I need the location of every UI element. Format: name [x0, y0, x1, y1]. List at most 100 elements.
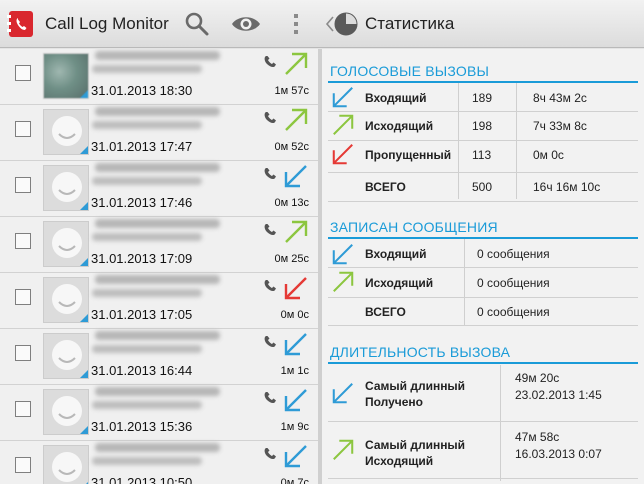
- voice-outgoing-time: 7ч 33м 8с: [533, 119, 587, 133]
- incoming-arrow-icon: [284, 333, 307, 356]
- call-date: 31.01.2013 18:30: [91, 83, 193, 98]
- call-date: 31.01.2013 17:47: [91, 139, 193, 154]
- contact-number-blurred: [92, 121, 202, 129]
- search-icon[interactable]: [181, 8, 213, 40]
- call-date: 31.01.2013 17:09: [91, 251, 193, 266]
- call-row[interactable]: 31.01.2013 16:44 1м 1с: [0, 329, 318, 385]
- app-title: Call Log Monitor: [45, 14, 169, 33]
- incoming-arrow-icon: [284, 165, 307, 188]
- call-row[interactable]: 31.01.2013 17:47 0м 52с: [0, 105, 318, 161]
- contact-number-blurred: [92, 233, 202, 241]
- handset-icon: [264, 392, 276, 404]
- contact-name-blurred: [95, 163, 220, 172]
- call-row[interactable]: 31.01.2013 17:05 0м 0с: [0, 273, 318, 329]
- handset-icon: [264, 336, 276, 348]
- incoming-arrow-icon: [332, 383, 353, 404]
- checkbox-icon[interactable]: [15, 289, 31, 305]
- contact-name-blurred: [95, 443, 220, 452]
- outgoing-arrow-icon: [285, 220, 308, 243]
- overflow-menu-icon[interactable]: [281, 8, 311, 40]
- call-row[interactable]: 31.01.2013 10:50 0м 7с: [0, 441, 318, 484]
- call-duration: 0м 0с: [280, 309, 309, 321]
- messages-incoming-label: Входящий: [365, 247, 427, 261]
- call-duration: 1м 1с: [280, 365, 309, 377]
- checkbox-icon[interactable]: [15, 65, 31, 81]
- statistics-panel: ГОЛОСОВЫЕ ВЫЗОВЫ Входящий 189 8ч 43м 2с …: [322, 49, 644, 484]
- call-date: 31.01.2013 17:46: [91, 195, 193, 210]
- checkbox-icon[interactable]: [15, 345, 31, 361]
- checkbox-icon[interactable]: [15, 177, 31, 193]
- voice-outgoing-label: Исходящий: [365, 119, 434, 133]
- handset-icon: [264, 448, 276, 460]
- longest-received-sublabel: Получено: [365, 395, 424, 409]
- outgoing-arrow-icon: [333, 271, 354, 292]
- contact-name-blurred: [95, 51, 220, 60]
- call-row[interactable]: 31.01.2013 17:09 0м 25с: [0, 217, 318, 273]
- call-duration: 1м 9с: [280, 421, 309, 433]
- contact-avatar-icon: [43, 53, 89, 99]
- call-row[interactable]: 31.01.2013 17:46 0м 13с: [0, 161, 318, 217]
- call-date: 31.01.2013 15:36: [91, 419, 193, 434]
- voice-incoming-count: 189: [472, 91, 493, 105]
- missed-arrow-icon: [284, 277, 307, 300]
- outgoing-arrow-icon: [333, 114, 354, 135]
- contact-avatar-icon: [43, 109, 89, 155]
- contact-number-blurred: [92, 289, 202, 297]
- checkbox-icon[interactable]: [15, 233, 31, 249]
- messages-outgoing-label: Исходящий: [365, 276, 434, 290]
- incoming-arrow-icon: [284, 445, 307, 468]
- contact-name-blurred: [95, 275, 220, 284]
- contact-avatar-icon: [43, 221, 89, 267]
- contact-number-blurred: [92, 457, 202, 465]
- contact-name-blurred: [95, 331, 220, 340]
- outgoing-arrow-icon: [333, 439, 354, 460]
- incoming-arrow-icon: [332, 244, 353, 265]
- handset-icon: [264, 168, 276, 180]
- contact-name-blurred: [95, 387, 220, 396]
- outgoing-arrow-icon: [285, 52, 308, 75]
- longest-received-date: 23.02.2013 1:45: [515, 388, 602, 402]
- longest-received-value: 49м 20с: [515, 371, 560, 385]
- call-row[interactable]: 31.01.2013 18:30 1м 57с: [0, 49, 318, 105]
- contact-number-blurred: [92, 65, 202, 73]
- messages-incoming-value: 0 сообщения: [477, 247, 550, 261]
- checkbox-icon[interactable]: [15, 121, 31, 137]
- voice-incoming-time: 8ч 43м 2с: [533, 91, 587, 105]
- voice-missed-label: Пропущенный: [365, 148, 452, 162]
- handset-icon: [264, 280, 276, 292]
- handset-icon: [264, 56, 276, 68]
- longest-outgoing-label: Самый длинный: [365, 438, 466, 452]
- voice-outgoing-count: 198: [472, 119, 493, 133]
- contact-avatar-icon: [43, 277, 89, 323]
- contact-avatar-icon: [43, 333, 89, 379]
- contact-number-blurred: [92, 401, 202, 409]
- contact-avatar-icon: [43, 445, 89, 484]
- checkbox-icon[interactable]: [15, 401, 31, 417]
- call-date: 31.01.2013 16:44: [91, 363, 193, 378]
- messages-outgoing-value: 0 сообщения: [477, 276, 550, 290]
- voice-missed-count: 113: [472, 148, 492, 162]
- longest-outgoing-value: 47м 58с: [515, 430, 560, 444]
- contact-number-blurred: [92, 345, 202, 353]
- call-date: 31.01.2013 17:05: [91, 307, 193, 322]
- call-duration: 0м 52с: [274, 141, 309, 153]
- eye-icon[interactable]: [230, 8, 262, 40]
- handset-icon: [264, 224, 276, 236]
- panel-title: Статистика: [365, 14, 455, 33]
- contact-name-blurred: [95, 107, 220, 116]
- action-bar: Call Log Monitor Статистика: [0, 0, 644, 48]
- longest-outgoing-sublabel: Исходящий: [365, 454, 434, 468]
- call-row[interactable]: 31.01.2013 15:36 1м 9с: [0, 385, 318, 441]
- handset-icon: [264, 112, 276, 124]
- voice-total-count: 500: [472, 180, 493, 194]
- voice-missed-time: 0м 0с: [533, 148, 564, 162]
- duration-heading: ДЛИТЕЛЬНОСТЬ ВЫЗОВА: [330, 344, 511, 360]
- outgoing-arrow-icon: [285, 108, 308, 131]
- missed-arrow-icon: [332, 144, 353, 165]
- voice-total-time: 16ч 16м 10с: [533, 180, 601, 194]
- call-duration: 0м 13с: [274, 197, 309, 209]
- checkbox-icon[interactable]: [15, 457, 31, 473]
- voice-total-label: ВСЕГО: [365, 180, 406, 194]
- call-date: 31.01.2013 10:50: [91, 475, 193, 484]
- call-log-list[interactable]: 31.01.2013 18:30 1м 57с 31.01.2013 17:47…: [0, 49, 318, 484]
